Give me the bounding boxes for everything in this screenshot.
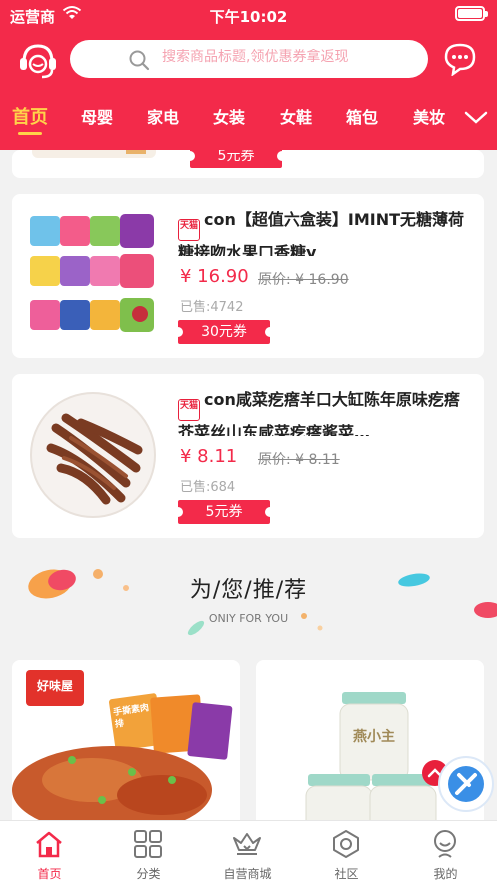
recommend-card[interactable]: 燕小主 — [256, 660, 484, 840]
coupon-badge[interactable]: 30元券 — [173, 320, 275, 344]
category-tabs: 首页 母婴 家电 女装 女鞋 箱包 美妆 — [0, 104, 497, 140]
floating-action-icon[interactable] — [438, 756, 494, 812]
tab-home[interactable]: 首页 — [12, 103, 48, 135]
product-price: ¥ 8.11 — [180, 446, 238, 467]
chevron-down-icon[interactable] — [463, 106, 489, 128]
search-bar[interactable] — [70, 40, 428, 78]
tab-appliances[interactable]: 家电 — [147, 104, 179, 128]
product-image — [256, 660, 484, 840]
tab-womens-clothing[interactable]: 女装 — [213, 104, 245, 128]
brand-label: 燕小主 — [353, 729, 395, 745]
product-price: ¥ 16.90 — [180, 266, 249, 287]
product-card[interactable]: 天猫 con咸菜疙瘩羊口大缸陈年原味疙瘩芥菜丝山东咸菜疙瘩酱菜… ¥ 8.11 原… — [12, 374, 484, 538]
original-price: 原价: ¥ 8.11 — [258, 452, 340, 468]
nav-self-mall[interactable]: 自营商城 — [198, 821, 297, 883]
tab-baby[interactable]: 母婴 — [81, 104, 113, 128]
message-icon[interactable] — [443, 42, 477, 76]
product-title: 天猫 con【超值六盒装】IMINT无糖薄荷糖接吻水果口香糖y — [178, 208, 473, 256]
nav-community[interactable]: 社区 — [297, 821, 396, 883]
nav-label: 自营商城 — [223, 867, 272, 881]
coupon-badge[interactable]: 5元券 — [173, 500, 275, 524]
nav-label: 我的 — [433, 867, 458, 881]
original-price: 原价: ¥ 16.90 — [258, 272, 349, 288]
coupon-badge[interactable]: 5元券 — [185, 150, 287, 168]
nav-mine[interactable]: 我的 — [396, 821, 495, 883]
product-title: 天猫 con咸菜疙瘩羊口大缸陈年原味疙瘩芥菜丝山东咸菜疙瘩酱菜… — [178, 388, 473, 436]
hexagon-icon — [333, 830, 359, 858]
recommend-subtitle: ONIY FOR YOU — [208, 612, 289, 625]
nav-category[interactable]: 分类 — [99, 821, 198, 883]
tmall-badge: 天猫 — [178, 219, 200, 241]
product-card-partial[interactable]: 5元券 — [12, 150, 484, 178]
search-icon — [129, 50, 150, 71]
app-header: 运营商 下午10:02 首页 母婴 家电 女装 女鞋 箱包 — [0, 0, 497, 150]
product-thumbnail — [32, 150, 156, 158]
tab-bags[interactable]: 箱包 — [346, 104, 378, 128]
nav-label: 分类 — [136, 867, 161, 881]
battery-icon — [455, 6, 488, 21]
product-title-text: con【超值六盒装】IMINT无糖薄荷糖接吻水果口香糖y — [178, 210, 465, 256]
person-icon — [434, 830, 456, 858]
home-icon — [36, 831, 62, 858]
tab-beauty[interactable]: 美妆 — [413, 104, 445, 128]
status-bar: 运营商 下午10:02 — [0, 0, 497, 30]
product-card[interactable]: 天猫 con【超值六盒装】IMINT无糖薄荷糖接吻水果口香糖y ¥ 16.90 原… — [12, 194, 484, 358]
customer-service-icon[interactable] — [16, 40, 60, 80]
recommend-title: 为/您/推/荐 — [189, 578, 308, 603]
brand-label: 好味屋 — [36, 679, 73, 693]
product-thumbnail — [26, 208, 160, 342]
tmall-badge: 天猫 — [178, 399, 200, 421]
sold-count: 已售:4742 — [180, 300, 244, 315]
product-thumbnail — [30, 392, 156, 518]
bottom-nav: 首页 分类 自营商城 社区 我的 — [0, 820, 497, 883]
crown-basket-icon — [233, 833, 261, 855]
clock: 下午10:02 — [209, 8, 288, 26]
search-input[interactable] — [162, 49, 412, 65]
tab-womens-shoes[interactable]: 女鞋 — [280, 104, 312, 128]
product-title-text: con咸菜疙瘩羊口大缸陈年原味疙瘩芥菜丝山东咸菜疙瘩酱菜… — [178, 390, 460, 436]
nav-label: 社区 — [334, 867, 359, 881]
sold-count: 已售:684 — [180, 480, 236, 495]
grid-icon — [134, 830, 162, 858]
nav-home[interactable]: 首页 — [0, 821, 99, 883]
recommend-card[interactable]: 好味屋 手撕素肉排 — [12, 660, 240, 840]
nav-label: 首页 — [37, 867, 62, 881]
